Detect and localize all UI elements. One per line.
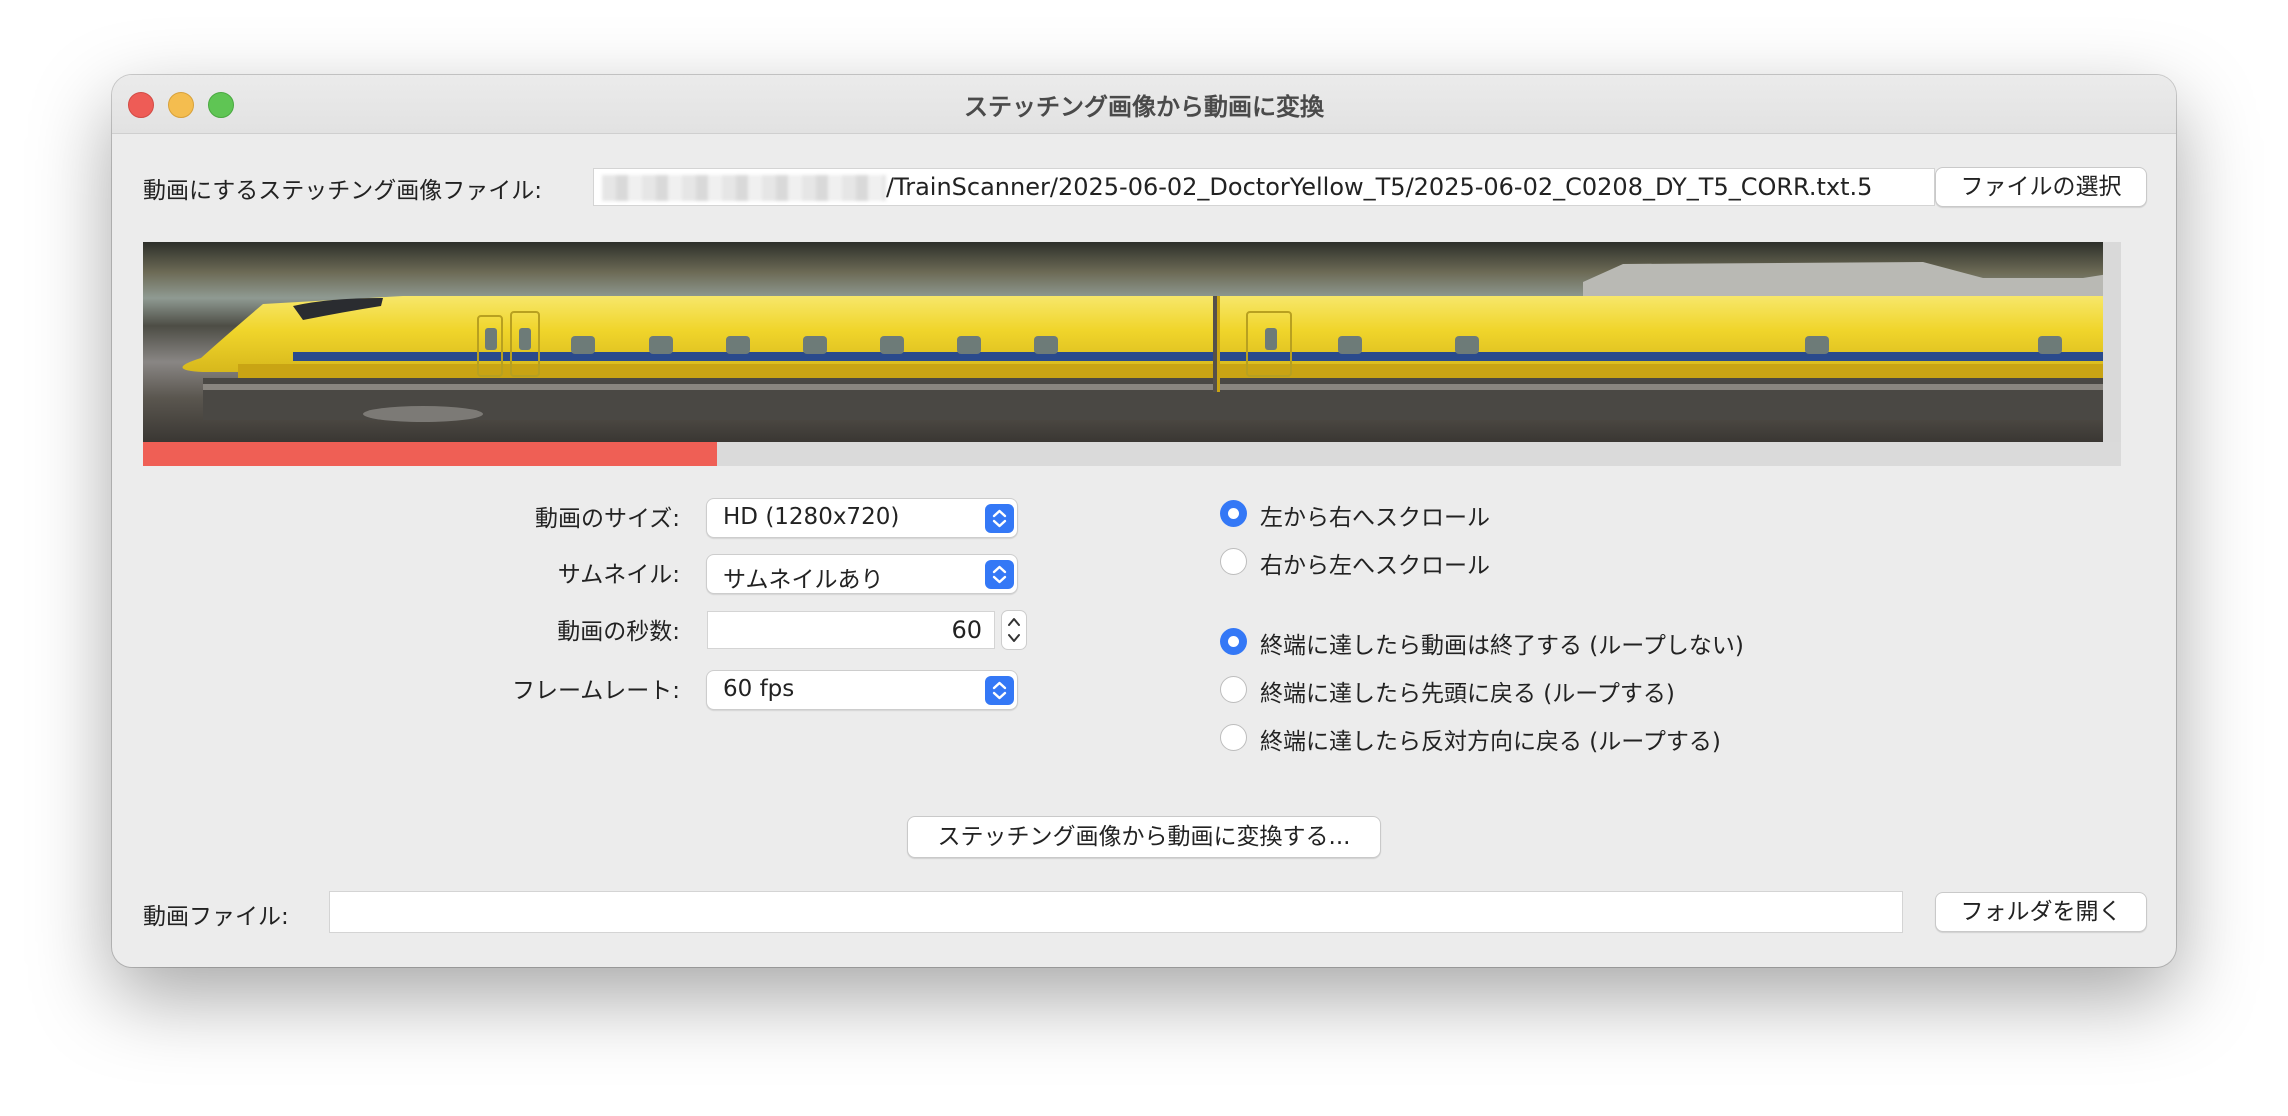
radio-label: 終端に達したら反対方向に戻る (ループする) — [1260, 729, 1721, 755]
redacted-path-prefix — [602, 175, 886, 201]
chevron-updown-icon — [985, 676, 1014, 705]
progress-bar-fill — [143, 442, 717, 466]
chevron-updown-icon — [985, 504, 1014, 533]
stitched-image-preview — [143, 242, 2121, 442]
radio-label: 終端に達したら先頭に戻る (ループする) — [1260, 681, 1675, 707]
thumbnail-popup[interactable]: サムネイルあり — [706, 554, 1018, 594]
duration-label: 動画の秒数: — [557, 619, 680, 645]
open-folder-button[interactable]: フォルダを開く — [1935, 892, 2147, 932]
duration-value: 60 — [951, 616, 982, 644]
video-size-label: 動画のサイズ: — [534, 506, 680, 532]
duration-field[interactable]: 60 — [707, 611, 995, 649]
frame-rate-popup[interactable]: 60 fps — [706, 670, 1018, 710]
source-file-field[interactable]: /TrainScanner/2025-06-02_DoctorYellow_T5… — [593, 168, 1935, 206]
video-size-popup[interactable]: HD (1280x720) — [706, 498, 1018, 538]
convert-button[interactable]: ステッチング画像から動画に変換する... — [907, 816, 1381, 858]
converter-window: ステッチング画像から動画に変換 動画にするステッチング画像ファイル: /Trai… — [112, 75, 2176, 967]
frame-rate-label: フレームレート: — [511, 678, 680, 704]
radio-label: 終端に達したら動画は終了する (ループしない) — [1260, 633, 1744, 659]
train-image — [143, 242, 2121, 442]
radio-button[interactable] — [1220, 500, 1247, 527]
title-bar[interactable]: ステッチング画像から動画に変換 — [112, 75, 2176, 134]
radio-button[interactable] — [1220, 676, 1247, 703]
radio-label: 右から左へスクロール — [1260, 553, 1490, 579]
radio-button[interactable] — [1220, 548, 1247, 575]
source-file-path: /TrainScanner/2025-06-02_DoctorYellow_T5… — [886, 173, 1873, 201]
radio-label: 左から右へスクロール — [1260, 505, 1490, 531]
choose-file-button[interactable]: ファイルの選択 — [1935, 167, 2147, 207]
thumbnail-label: サムネイル: — [557, 562, 680, 588]
video-size-value: HD (1280x720) — [723, 504, 900, 530]
radio-button[interactable] — [1220, 724, 1247, 751]
frame-rate-value: 60 fps — [723, 676, 795, 702]
window-title: ステッチング画像から動画に変換 — [964, 93, 1324, 121]
output-file-field[interactable] — [329, 891, 1903, 933]
thumbnail-value: サムネイルあり — [723, 567, 884, 593]
duration-stepper-icon[interactable] — [1001, 610, 1027, 650]
source-file-label: 動画にするステッチング画像ファイル: — [143, 178, 542, 204]
output-file-label: 動画ファイル: — [143, 904, 289, 930]
chevron-updown-icon — [985, 560, 1014, 589]
progress-bar — [143, 442, 2121, 466]
radio-button[interactable] — [1220, 628, 1247, 655]
